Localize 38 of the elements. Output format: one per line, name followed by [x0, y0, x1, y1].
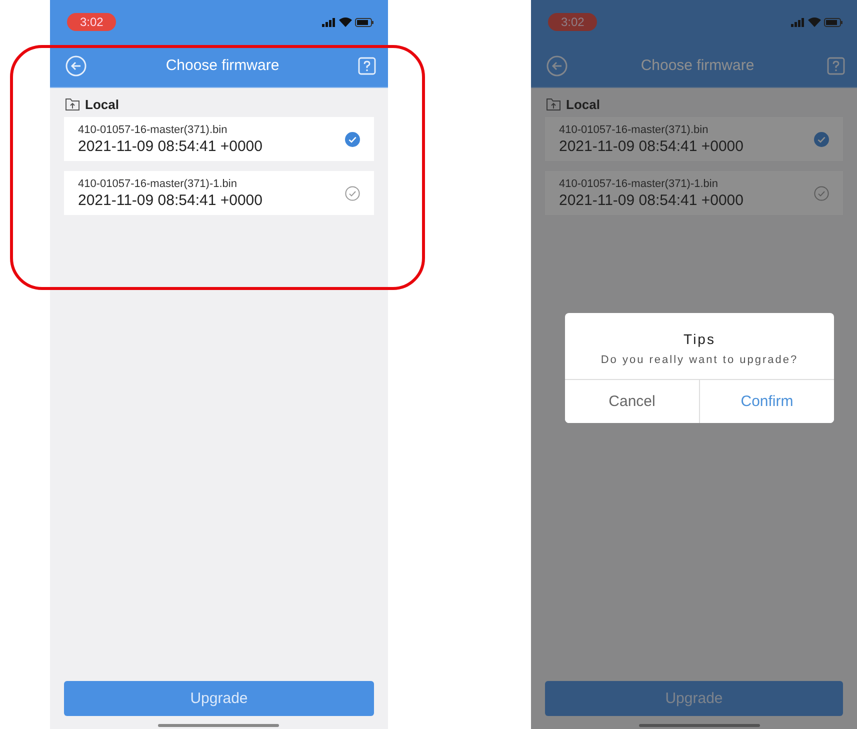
- firmware-item[interactable]: 410-01057-16-master(371)-1.bin 2021-11-09 08:54:41 +0000: [64, 171, 374, 215]
- firmware-item[interactable]: 410-01057-16-master(371).bin 2021-11-09 08:54:41 +0000: [545, 117, 843, 161]
- firmware-item[interactable]: 410-01057-16-master(371)-1.bin 2021-11-09 08:54:41 +0000: [545, 171, 843, 215]
- signal-icon: [322, 18, 336, 26]
- check-icon[interactable]: [814, 132, 829, 146]
- screen-title: Choose firmware: [640, 57, 754, 74]
- upgrade-button[interactable]: Upgrade: [64, 681, 374, 716]
- file-name: 410-01057-16-master(371)-1.bin: [559, 178, 719, 190]
- file-date: 2021-11-09 08:54:41 +0000: [78, 138, 262, 154]
- help-icon[interactable]: [358, 56, 376, 74]
- back-icon[interactable]: [546, 54, 568, 76]
- dialog-message: Do you really want to upgrade?: [600, 354, 800, 366]
- check-icon[interactable]: [814, 186, 829, 200]
- file-name: 410-01057-16-master(371)-1.bin: [78, 178, 238, 190]
- status-time: 3:02: [67, 13, 116, 31]
- file-date: 2021-11-09 08:54:41 +0000: [78, 192, 262, 208]
- file-name: 410-01057-16-master(371).bin: [78, 124, 228, 136]
- section-title: Local: [566, 97, 600, 112]
- folder-upload-icon: [546, 98, 561, 111]
- check-icon[interactable]: [345, 186, 360, 200]
- battery-icon: [824, 18, 843, 26]
- screen-title: Choose firmware: [166, 57, 280, 74]
- back-icon[interactable]: [65, 54, 87, 76]
- check-icon[interactable]: [345, 132, 360, 146]
- file-date: 2021-11-09 08:54:41 +0000: [559, 138, 744, 154]
- wifi-icon: [808, 17, 821, 27]
- firmware-item[interactable]: 410-01057-16-master(371).bin 2021-11-09 08:54:41 +0000: [64, 117, 374, 161]
- file-name: 410-01057-16-master(371).bin: [559, 124, 710, 136]
- battery-icon: [355, 18, 374, 26]
- status-time: 3:02: [548, 13, 598, 31]
- folder-upload-icon: [65, 98, 80, 111]
- wifi-icon: [339, 17, 352, 27]
- help-icon[interactable]: [827, 56, 845, 74]
- signal-icon: [791, 18, 805, 26]
- file-date: 2021-11-09 08:54:41 +0000: [559, 192, 744, 208]
- confirm-button[interactable]: Confirm: [699, 380, 834, 423]
- dialog-title: Tips: [682, 331, 716, 347]
- section-title: Local: [85, 97, 119, 112]
